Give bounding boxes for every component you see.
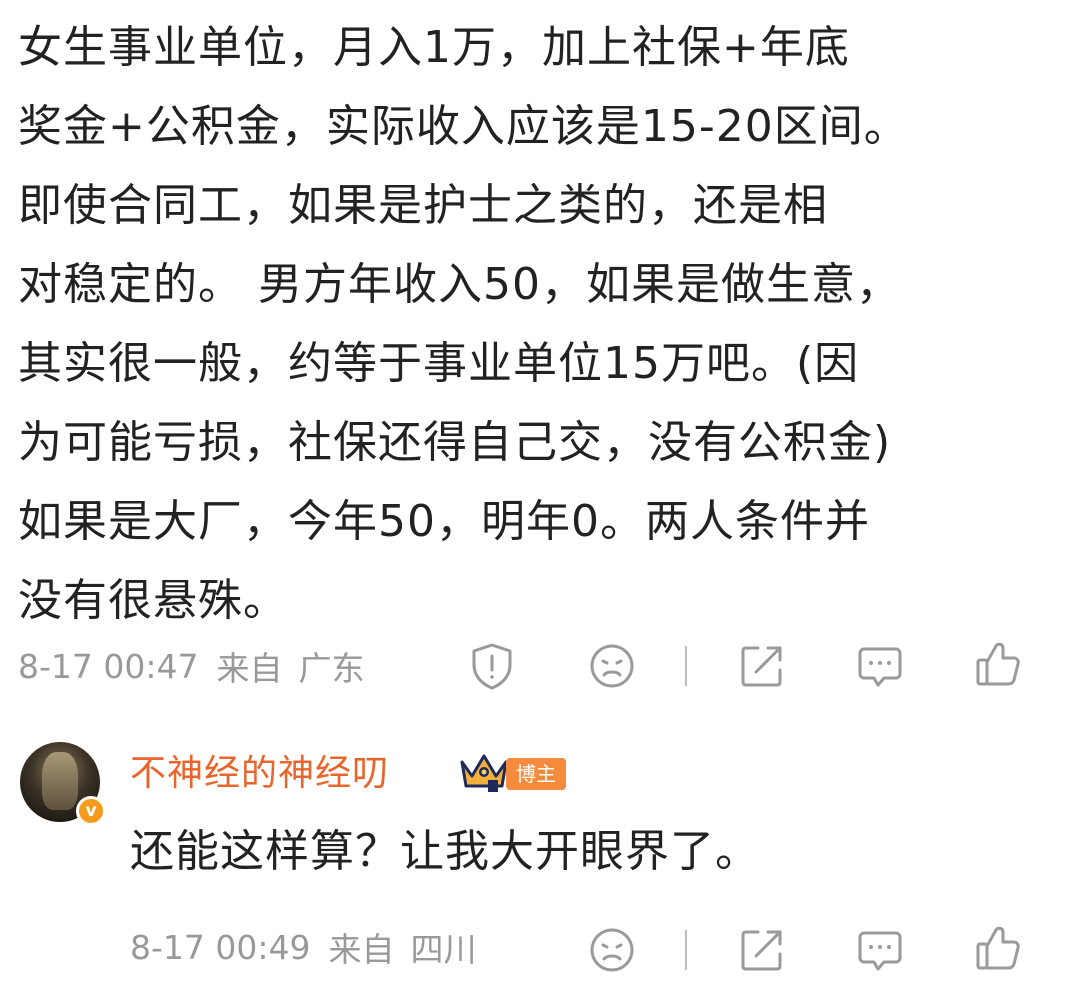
comment-icon[interactable] <box>854 640 906 692</box>
comment-line: 奖金+公积金，实际收入应该是15-20区间。 <box>18 101 909 152</box>
comment-source-label: 来自 <box>216 649 283 688</box>
comment-body: 女生事业单位，月入1万，加上社保+年底 奖金+公积金，实际收入应该是15-20区… <box>18 8 1068 640</box>
verified-badge-icon: v <box>76 796 106 826</box>
comment-line: 女生事业单位，月入1万，加上社保+年底 <box>18 22 850 73</box>
dislike-icon[interactable] <box>586 640 638 692</box>
dislike-icon[interactable] <box>586 924 638 976</box>
crown-icon <box>458 750 510 794</box>
reply-meta: 8-17 00:49 来自 四川 <box>130 917 477 977</box>
comment-timestamp: 8-17 00:47 <box>18 646 199 686</box>
report-icon[interactable] <box>466 640 518 692</box>
reply-body: 还能这样算？让我大开眼界了。 <box>130 826 760 877</box>
comment-location: 广东 <box>298 649 365 688</box>
comment-line: 为可能亏损，社保还得自己交，没有公积金) <box>18 417 892 468</box>
comment-icon[interactable] <box>854 924 906 976</box>
share-icon[interactable] <box>736 640 788 692</box>
like-icon[interactable] <box>972 638 1024 690</box>
reply-timestamp: 8-17 00:49 <box>130 927 311 967</box>
comment-line: 对稳定的。 男方年收入50，如果是做生意， <box>18 259 901 310</box>
blogger-badge: 博主 <box>506 758 566 790</box>
share-icon[interactable] <box>736 924 788 976</box>
avatar[interactable]: v <box>20 742 106 826</box>
action-divider <box>685 646 687 686</box>
reply-source-label: 来自 <box>328 930 395 969</box>
comment-line: 如果是大厂，今年50，明年0。两人条件并 <box>18 496 870 547</box>
like-icon[interactable] <box>972 922 1024 974</box>
action-divider <box>685 930 687 970</box>
comment-meta: 8-17 00:47 来自 广东 <box>18 636 365 696</box>
reply-username[interactable]: 不神经的神经叨 <box>130 744 389 796</box>
comment-line: 其实很一般，约等于事业单位15万吧。(因 <box>18 338 860 389</box>
reply-location: 四川 <box>410 930 477 969</box>
comment-line: 即使合同工，如果是护士之类的，还是相 <box>18 180 828 231</box>
comment-line: 没有很悬殊。 <box>18 575 288 626</box>
avatar-image <box>42 752 78 810</box>
